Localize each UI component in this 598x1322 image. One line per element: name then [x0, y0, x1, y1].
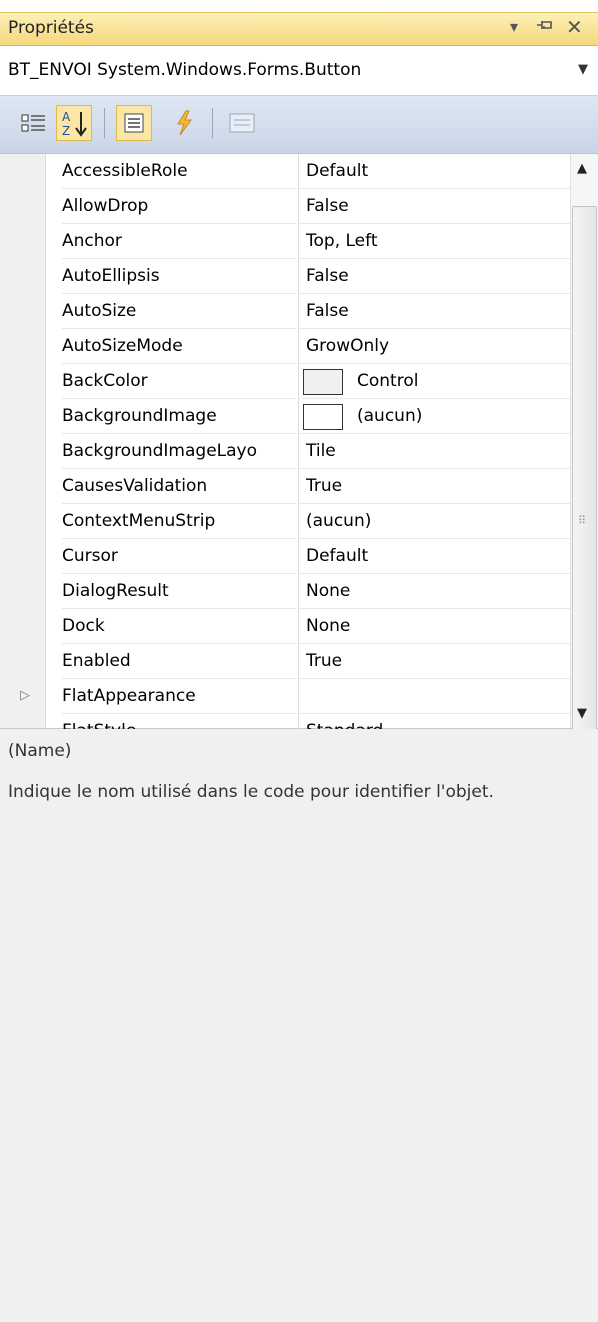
- property-value[interactable]: [299, 679, 570, 714]
- property-value[interactable]: (aucun): [299, 504, 570, 539]
- property-value[interactable]: Top, Left: [299, 224, 570, 259]
- object-selector[interactable]: BT_ENVOI System.Windows.Forms.Button ▼: [0, 46, 598, 96]
- color-swatch: [303, 404, 343, 430]
- properties-icon[interactable]: [116, 105, 152, 141]
- property-value-text: GrowOnly: [306, 336, 390, 356]
- property-row[interactable]: DialogResult None: [0, 574, 570, 609]
- property-name[interactable]: AutoEllipsis: [62, 259, 296, 294]
- alphabetical-sort-icon[interactable]: A Z: [56, 105, 92, 141]
- property-name[interactable]: DialogResult: [62, 574, 296, 609]
- object-selector-value: BT_ENVOI System.Windows.Forms.Button: [8, 60, 362, 80]
- property-name[interactable]: FlatAppearance: [62, 679, 296, 714]
- categorized-icon[interactable]: [18, 105, 50, 141]
- property-row[interactable]: Anchor Top, Left: [0, 224, 570, 259]
- property-name[interactable]: AllowDrop: [62, 189, 296, 224]
- property-value-text: Default: [306, 161, 369, 181]
- property-row[interactable]: BackgroundImageLayo Tile: [0, 434, 570, 469]
- property-value-text: False: [306, 301, 349, 321]
- property-row[interactable]: AutoSize False: [0, 294, 570, 329]
- property-value-text: (aucun): [357, 406, 423, 426]
- property-row[interactable]: Cursor Default: [0, 539, 570, 574]
- property-row[interactable]: Enabled True: [0, 644, 570, 679]
- property-value-text: Tile: [306, 441, 336, 461]
- property-value[interactable]: GrowOnly: [299, 329, 570, 364]
- property-value[interactable]: Control: [299, 364, 570, 399]
- toolbar: A Z: [0, 96, 598, 154]
- dropdown-arrow-icon[interactable]: ▾: [510, 17, 518, 36]
- property-name[interactable]: BackgroundImage: [62, 399, 296, 434]
- window-top-edge: [0, 0, 598, 12]
- property-value[interactable]: Default: [299, 154, 570, 189]
- property-name[interactable]: BackgroundImageLayo: [62, 434, 296, 469]
- svg-text:Z: Z: [62, 124, 70, 138]
- property-value[interactable]: True: [299, 644, 570, 679]
- property-name[interactable]: AutoSizeMode: [62, 329, 296, 364]
- close-icon[interactable]: ✕: [566, 15, 583, 39]
- description-text: Indique le nom utilisé dans le code pour…: [8, 782, 494, 802]
- property-row[interactable]: BackColor Control: [0, 364, 570, 399]
- scroll-up-arrow-icon[interactable]: ▲: [577, 161, 587, 176]
- property-grid: AccessibleRole Default AllowDrop False Ancho…: [0, 154, 598, 1169]
- color-swatch: [303, 369, 343, 395]
- expand-arrow-icon[interactable]: ▷: [20, 688, 30, 703]
- chevron-down-icon[interactable]: ▼: [578, 62, 588, 77]
- property-value-text: None: [306, 616, 351, 636]
- property-name[interactable]: Cursor: [62, 539, 296, 574]
- description-title: (Name): [8, 741, 72, 761]
- property-value-text: False: [306, 196, 349, 216]
- property-pages-icon[interactable]: [224, 105, 260, 141]
- vertical-scrollbar[interactable]: ▲ ⠿ ▼: [570, 154, 598, 856]
- property-value[interactable]: False: [299, 259, 570, 294]
- property-value[interactable]: True: [299, 469, 570, 504]
- property-name[interactable]: AutoSize: [62, 294, 296, 329]
- property-row[interactable]: CausesValidation True: [0, 469, 570, 504]
- property-row[interactable]: ▷ FlatAppearance: [0, 679, 570, 714]
- properties-panel: Propriétés ▾ ✕ BT_ENVOI System.Windows.F…: [0, 0, 598, 1322]
- property-value[interactable]: None: [299, 609, 570, 644]
- property-row[interactable]: BackgroundImage (aucun): [0, 399, 570, 434]
- property-name[interactable]: Dock: [62, 609, 296, 644]
- pin-icon[interactable]: [536, 17, 554, 37]
- property-value[interactable]: False: [299, 294, 570, 329]
- property-value-text: False: [306, 266, 349, 286]
- panel-title: Propriétés: [8, 18, 94, 38]
- property-name[interactable]: AccessibleRole: [62, 154, 296, 189]
- property-value-text: True: [306, 476, 343, 496]
- property-row[interactable]: AutoEllipsis False: [0, 259, 570, 294]
- property-value-text: None: [306, 581, 351, 601]
- toolbar-separator: [212, 108, 213, 138]
- property-value-text: True: [306, 651, 343, 671]
- svg-text:A: A: [62, 110, 71, 124]
- property-name[interactable]: CausesValidation: [62, 469, 296, 504]
- description-pane: (Name) Indique le nom utilisé dans le co…: [0, 729, 598, 1322]
- property-value[interactable]: (aucun): [299, 399, 570, 434]
- property-name[interactable]: Enabled: [62, 644, 296, 679]
- property-value[interactable]: None: [299, 574, 570, 609]
- property-row[interactable]: AccessibleRole Default: [0, 154, 570, 189]
- property-value-text: (aucun): [306, 511, 372, 531]
- property-value-text: Top, Left: [306, 231, 378, 251]
- property-value-text: Default: [306, 546, 369, 566]
- property-name[interactable]: ContextMenuStrip: [62, 504, 296, 539]
- property-row[interactable]: AllowDrop False: [0, 189, 570, 224]
- scroll-down-arrow-icon[interactable]: ▼: [577, 706, 587, 721]
- grip-icon: ⠿: [578, 514, 586, 527]
- property-value[interactable]: Tile: [299, 434, 570, 469]
- property-name[interactable]: BackColor: [62, 364, 296, 399]
- property-row[interactable]: Dock None: [0, 609, 570, 644]
- property-row[interactable]: ContextMenuStrip (aucun): [0, 504, 570, 539]
- property-value[interactable]: False: [299, 189, 570, 224]
- title-bar[interactable]: Propriétés ▾ ✕: [0, 12, 598, 46]
- toolbar-separator: [104, 108, 105, 138]
- property-value[interactable]: Default: [299, 539, 570, 574]
- property-row[interactable]: AutoSizeMode GrowOnly: [0, 329, 570, 364]
- property-value-text: Control: [357, 371, 419, 391]
- property-name[interactable]: Anchor: [62, 224, 296, 259]
- events-icon[interactable]: [168, 105, 200, 141]
